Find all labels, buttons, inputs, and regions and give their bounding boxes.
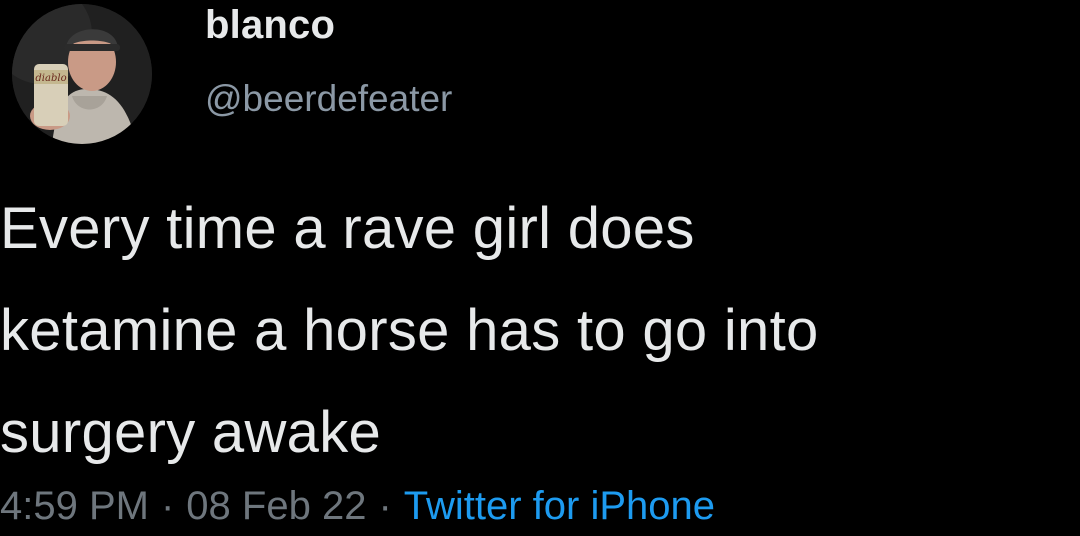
tweet-date[interactable]: 08 Feb 22 [186, 484, 366, 528]
tweet-text-line: ketamine a horse has to go into [0, 298, 819, 363]
avatar[interactable]: diablo [12, 4, 152, 144]
tweet-time[interactable]: 4:59 PM [0, 484, 149, 528]
profile-photo-icon: diablo [12, 4, 152, 144]
tweet-source-link[interactable]: Twitter for iPhone [404, 484, 715, 528]
tweet-text-line: Every time a rave girl does [0, 196, 695, 261]
meta-separator: · [160, 484, 175, 528]
svg-text:diablo: diablo [35, 73, 66, 84]
tweet-card: diablo blanco @beerdefeater Every time a… [0, 0, 1080, 529]
tweet-meta: 4:59 PM · 08 Feb 22 · Twitter for iPhone [0, 476, 715, 536]
tweet-text-line: surgery awake [0, 400, 382, 465]
user-handle[interactable]: @beerdefeater [205, 74, 452, 124]
meta-separator: · [378, 484, 392, 528]
display-name[interactable]: blanco [205, 0, 335, 50]
tweet-text: Every time a rave girl does ketamine a h… [0, 178, 1080, 484]
